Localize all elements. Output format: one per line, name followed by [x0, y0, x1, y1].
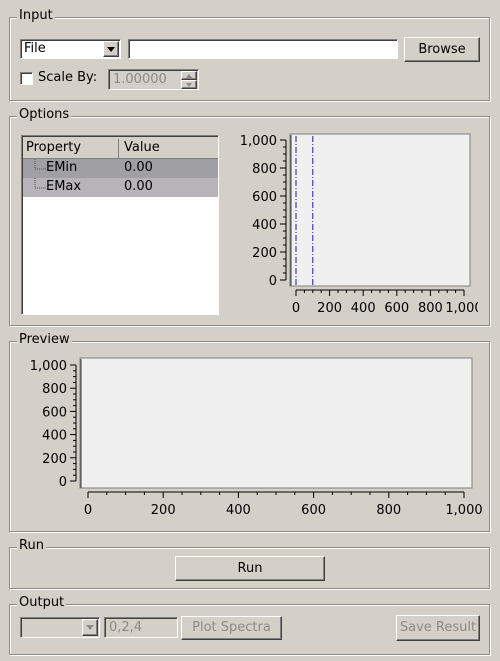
workspace-select[interactable] — [20, 617, 100, 638]
scale-by-checkbox[interactable] — [20, 72, 33, 85]
y-tick-label: 0 — [269, 274, 277, 289]
row-value: 0.00 — [124, 160, 153, 175]
y-tick-label: 400 — [252, 218, 277, 233]
options-group-title: Options — [17, 107, 72, 122]
file-path-input[interactable] — [128, 39, 398, 59]
chevron-down-icon — [186, 83, 192, 87]
input-group-title: Input — [17, 8, 55, 23]
input-type-select-value: File — [24, 41, 46, 56]
run-group-title: Run — [17, 538, 46, 553]
x-tick-label: 600 — [301, 503, 326, 518]
y-tick-label: 1,000 — [240, 134, 277, 149]
workspace-dropdown-button[interactable] — [82, 619, 98, 636]
y-tick-label: 800 — [252, 162, 277, 177]
plot-area — [289, 133, 471, 287]
spin-up-button[interactable] — [181, 71, 197, 80]
x-tick-label: 600 — [384, 301, 409, 316]
scale-by-spinbox[interactable]: 1.00000 — [108, 69, 199, 90]
output-group-title: Output — [17, 595, 67, 610]
scale-by-value: 1.00000 — [113, 72, 167, 87]
x-tick-label: 400 — [226, 503, 251, 518]
options-range-plot[interactable]: 1,000800600400200002004006008001,000 — [228, 128, 478, 318]
y-tick-label: 200 — [42, 452, 67, 467]
row-value: 0.00 — [124, 179, 153, 194]
x-tick-label: 400 — [351, 301, 376, 316]
plot-area — [79, 357, 473, 489]
x-tick-label: 800 — [418, 301, 443, 316]
row-property: EMin — [46, 160, 78, 175]
x-tick-label: 200 — [151, 503, 176, 518]
plot-spectra-button[interactable]: Plot Spectra — [181, 616, 282, 640]
table-row[interactable]: EMin 0.00 — [23, 159, 218, 178]
input-type-dropdown-button[interactable] — [103, 41, 119, 57]
property-table[interactable]: Property Value EMin 0.00 EMax 0.00 — [21, 135, 219, 315]
spin-down-button[interactable] — [181, 80, 197, 89]
y-tick-label: 1,000 — [30, 359, 67, 374]
column-header-value[interactable]: Value — [124, 139, 160, 157]
preview-group-title: Preview — [17, 332, 72, 347]
y-tick-label: 400 — [42, 429, 67, 444]
y-tick-label: 200 — [252, 246, 277, 261]
y-tick-label: 600 — [252, 190, 277, 205]
x-tick-label: 1,000 — [445, 503, 482, 518]
preview-plot[interactable]: 1,000 800 600 400 200 0 0 200 400 600 800 1,000 — [14, 348, 484, 528]
column-header-property[interactable]: Property — [26, 139, 119, 159]
y-tick-label: 800 — [42, 382, 67, 397]
table-row[interactable]: EMax 0.00 — [23, 178, 218, 197]
chevron-down-icon — [107, 47, 115, 52]
y-tick-label: 0 — [59, 475, 67, 490]
y-tick-label: 600 — [42, 405, 67, 420]
spectra-list-input[interactable]: 0,2,4 — [104, 617, 178, 638]
run-button[interactable]: Run — [175, 556, 325, 581]
table-header: Property Value — [23, 137, 218, 159]
input-type-select[interactable]: File — [20, 39, 121, 59]
scale-by-label: Scale By: — [38, 70, 98, 85]
x-tick-label: 800 — [376, 503, 401, 518]
x-tick-label: 0 — [292, 301, 300, 316]
save-result-button[interactable]: Save Result — [396, 615, 480, 641]
row-property: EMax — [46, 179, 82, 194]
x-tick-label: 1,000 — [445, 301, 478, 316]
chevron-down-icon — [86, 625, 94, 630]
x-tick-label: 200 — [317, 301, 342, 316]
x-tick-label: 0 — [84, 503, 92, 518]
chevron-up-icon — [186, 74, 192, 78]
browse-button[interactable]: Browse — [404, 37, 480, 62]
